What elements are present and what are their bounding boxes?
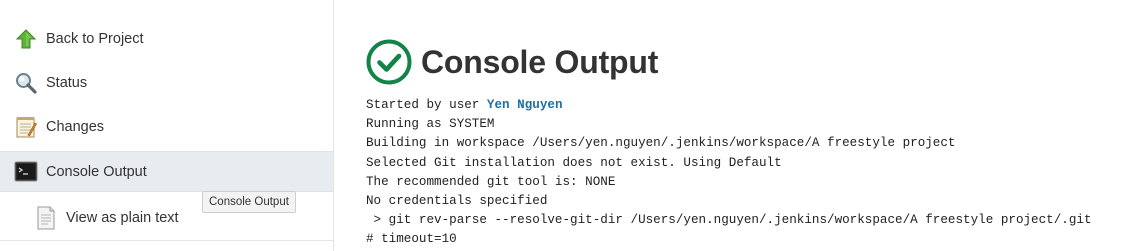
console-line: Started by user — [366, 98, 487, 112]
sidebar-item-label: Changes — [46, 118, 105, 135]
magnifier-icon — [14, 71, 38, 95]
jenkins-console-page: Back to Project Status Changes Console O… — [0, 0, 1140, 251]
console-line: The recommended git tool is: NONE — [366, 174, 616, 189]
up-arrow-icon — [14, 27, 38, 51]
console-line: No credentials specified — [366, 194, 548, 209]
page-title: Console Output — [421, 43, 659, 80]
notepad-icon — [14, 115, 38, 139]
sidebar-item-label: View as plain text — [66, 209, 179, 226]
divider — [0, 240, 333, 241]
document-icon — [34, 206, 58, 230]
side-panel: Back to Project Status Changes Console O… — [0, 0, 334, 251]
main-panel: Console Output Started by user Yen Nguye… — [334, 0, 1140, 251]
success-check-icon — [366, 39, 412, 85]
sidebar-item-label: Status — [46, 74, 88, 91]
console-line: Running as SYSTEM — [366, 117, 495, 132]
sidebar-item-changes[interactable]: Changes — [0, 106, 333, 147]
sidebar-item-back-to-project[interactable]: Back to Project — [0, 18, 333, 59]
page-header: Console Output — [366, 38, 658, 86]
console-line: > git rev-parse --resolve-git-dir /Users… — [366, 213, 1092, 228]
terminal-icon — [14, 160, 38, 184]
console-output: Started by user Yen Nguyen Running as SY… — [366, 96, 1092, 250]
sidebar-item-label: Console Output — [46, 163, 147, 180]
sidebar-item-console-output[interactable]: Console Output — [0, 151, 333, 192]
console-line: Selected Git installation does not exist… — [366, 155, 782, 170]
user-link[interactable]: Yen Nguyen — [487, 98, 563, 112]
sidebar-item-status[interactable]: Status — [0, 62, 333, 103]
console-line: # timeout=10 — [366, 232, 457, 247]
tooltip: Console Output — [202, 191, 296, 213]
console-line: Building in workspace /Users/yen.nguyen/… — [366, 136, 956, 151]
sidebar-item-label: Back to Project — [46, 30, 144, 47]
